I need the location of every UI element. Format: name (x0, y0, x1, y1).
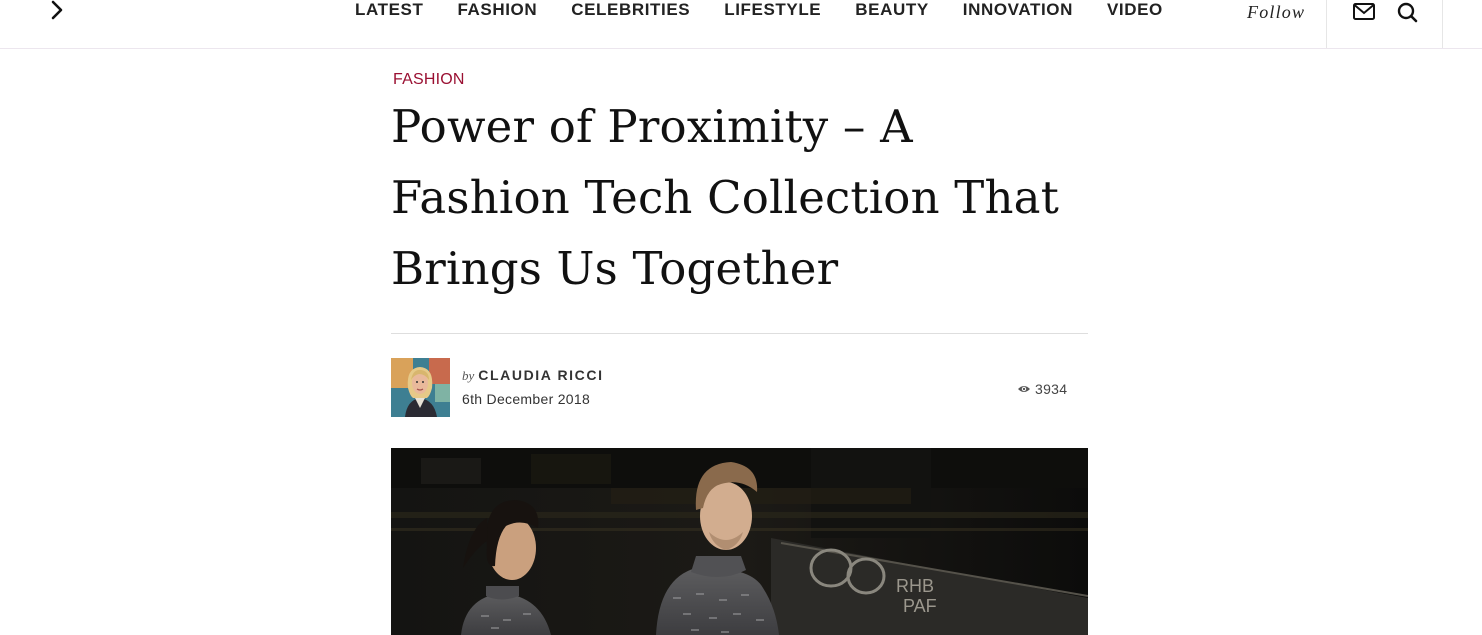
view-count-value: 3934 (1035, 381, 1068, 397)
nav-item-innovation[interactable]: INNOVATION (963, 0, 1073, 20)
chevron-right-icon[interactable] (44, 0, 70, 20)
graffiti-text-line-1: RHB (896, 576, 934, 596)
graffiti-text-line-2: PAF (903, 596, 937, 616)
mail-icon[interactable] (1351, 0, 1377, 24)
nav-item-beauty[interactable]: BEAUTY (855, 0, 929, 20)
publish-date: 6th December 2018 (462, 391, 591, 407)
title-divider (391, 333, 1088, 334)
author-name-link[interactable]: CLAUDIA RICCI (478, 367, 603, 383)
article-title: Power of Proximity – A Fashion Tech Coll… (391, 100, 1059, 295)
search-icon[interactable] (1394, 0, 1420, 24)
nav-item-celebrities[interactable]: CELEBRITIES (571, 0, 690, 20)
hero-image: RHB PAF (391, 448, 1088, 635)
author-avatar[interactable] (391, 358, 450, 417)
eye-icon (1018, 386, 1030, 392)
byline: by CLAUDIA RICCI (462, 367, 604, 385)
nav-item-video[interactable]: VIDEO (1107, 0, 1163, 20)
nav-item-fashion[interactable]: FASHION (457, 0, 537, 20)
nav-item-latest[interactable]: LATEST (355, 0, 423, 20)
top-navigation-bar: LATEST FASHION CELEBRITIES LIFESTYLE BEA… (0, 0, 1482, 49)
nav-item-lifestyle[interactable]: LIFESTYLE (724, 0, 821, 20)
nav-divider (1326, 0, 1327, 48)
view-count: 3934 (1017, 381, 1067, 397)
article-category-link[interactable]: FASHION (393, 71, 465, 89)
follow-link[interactable]: Follow (1247, 2, 1305, 23)
nav-divider (1442, 0, 1443, 48)
byline-prefix: by (462, 368, 475, 383)
main-nav: LATEST FASHION CELEBRITIES LIFESTYLE BEA… (355, 0, 1163, 20)
